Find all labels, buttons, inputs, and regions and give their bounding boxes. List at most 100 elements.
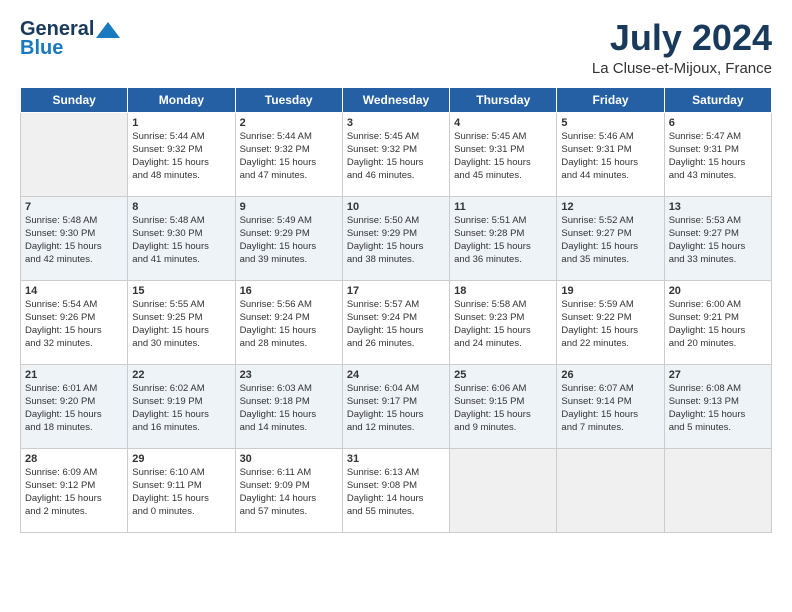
calendar-cell-0-4: 4Sunrise: 5:45 AMSunset: 9:31 PMDaylight… (450, 112, 557, 196)
day-number: 23 (240, 368, 338, 383)
cell-text: Sunrise: 5:53 AM (669, 215, 767, 228)
cell-text: Sunset: 9:15 PM (454, 396, 552, 409)
cell-text: Daylight: 15 hours (240, 241, 338, 254)
cell-text: Daylight: 15 hours (347, 241, 445, 254)
cell-text: Sunrise: 5:51 AM (454, 215, 552, 228)
day-number: 16 (240, 284, 338, 299)
cell-text: Sunset: 9:30 PM (25, 228, 123, 241)
cell-text: Sunset: 9:31 PM (561, 144, 659, 157)
cell-text: and 28 minutes. (240, 338, 338, 351)
day-number: 18 (454, 284, 552, 299)
cell-text: and 5 minutes. (669, 422, 767, 435)
col-monday: Monday (128, 87, 235, 112)
calendar-cell-3-1: 22Sunrise: 6:02 AMSunset: 9:19 PMDayligh… (128, 364, 235, 448)
day-number: 7 (25, 200, 123, 215)
calendar-cell-0-0 (21, 112, 128, 196)
calendar-cell-2-5: 19Sunrise: 5:59 AMSunset: 9:22 PMDayligh… (557, 280, 664, 364)
logo: General Blue (20, 18, 122, 60)
calendar-cell-3-3: 24Sunrise: 6:04 AMSunset: 9:17 PMDayligh… (342, 364, 449, 448)
day-number: 8 (132, 200, 230, 215)
week-row-1: 1Sunrise: 5:44 AMSunset: 9:32 PMDaylight… (21, 112, 772, 196)
cell-text: Sunset: 9:29 PM (240, 228, 338, 241)
calendar-cell-0-1: 1Sunrise: 5:44 AMSunset: 9:32 PMDaylight… (128, 112, 235, 196)
cell-text: Daylight: 15 hours (25, 493, 123, 506)
cell-text: Sunrise: 5:46 AM (561, 131, 659, 144)
cell-text: Sunrise: 5:59 AM (561, 299, 659, 312)
week-row-4: 21Sunrise: 6:01 AMSunset: 9:20 PMDayligh… (21, 364, 772, 448)
cell-text: Daylight: 14 hours (347, 493, 445, 506)
cell-text: Sunset: 9:12 PM (25, 480, 123, 493)
calendar-cell-4-5 (557, 448, 664, 532)
cell-text: and 26 minutes. (347, 338, 445, 351)
cell-text: Sunset: 9:28 PM (454, 228, 552, 241)
cell-text: and 57 minutes. (240, 506, 338, 519)
cell-text: Sunrise: 5:47 AM (669, 131, 767, 144)
header: General Blue July 2024 La Cluse-et-Mijou… (20, 18, 772, 77)
calendar-cell-3-0: 21Sunrise: 6:01 AMSunset: 9:20 PMDayligh… (21, 364, 128, 448)
day-number: 5 (561, 116, 659, 131)
calendar-cell-2-1: 15Sunrise: 5:55 AMSunset: 9:25 PMDayligh… (128, 280, 235, 364)
cell-text: and 16 minutes. (132, 422, 230, 435)
cell-text: and 48 minutes. (132, 170, 230, 183)
day-number: 22 (132, 368, 230, 383)
cell-text: Sunrise: 6:01 AM (25, 383, 123, 396)
cell-text: and 55 minutes. (347, 506, 445, 519)
cell-text: Sunrise: 5:48 AM (25, 215, 123, 228)
cell-text: Sunset: 9:23 PM (454, 312, 552, 325)
day-number: 29 (132, 452, 230, 467)
cell-text: Sunrise: 5:49 AM (240, 215, 338, 228)
calendar-cell-1-6: 13Sunrise: 5:53 AMSunset: 9:27 PMDayligh… (664, 196, 771, 280)
cell-text: Daylight: 15 hours (454, 157, 552, 170)
logo-icon (94, 20, 122, 40)
cell-text: Sunrise: 6:00 AM (669, 299, 767, 312)
col-friday: Friday (557, 87, 664, 112)
calendar-cell-2-4: 18Sunrise: 5:58 AMSunset: 9:23 PMDayligh… (450, 280, 557, 364)
main-title: July 2024 (592, 18, 772, 58)
cell-text: Daylight: 15 hours (132, 241, 230, 254)
week-row-2: 7Sunrise: 5:48 AMSunset: 9:30 PM Daylight… (21, 196, 772, 280)
day-number: 30 (240, 452, 338, 467)
cell-text: Sunrise: 5:57 AM (347, 299, 445, 312)
day-number: 9 (240, 200, 338, 215)
cell-text: and 7 minutes. (561, 422, 659, 435)
calendar-cell-0-3: 3Sunrise: 5:45 AMSunset: 9:32 PMDaylight… (342, 112, 449, 196)
cell-text: Sunrise: 5:58 AM (454, 299, 552, 312)
cell-text: Sunrise: 5:56 AM (240, 299, 338, 312)
cell-text: Sunset: 9:31 PM (454, 144, 552, 157)
cell-text: Sunrise: 5:45 AM (347, 131, 445, 144)
cell-text: and 2 minutes. (25, 506, 123, 519)
cell-text: Sunset: 9:20 PM (25, 396, 123, 409)
title-block: July 2024 La Cluse-et-Mijoux, France (592, 18, 772, 77)
calendar-cell-1-1: 8Sunrise: 5:48 AMSunset: 9:30 PMDaylight… (128, 196, 235, 280)
cell-text: Sunset: 9:18 PM (240, 396, 338, 409)
cell-text: and 35 minutes. (561, 254, 659, 267)
cell-text: Sunrise: 6:03 AM (240, 383, 338, 396)
cell-text: and 38 minutes. (347, 254, 445, 267)
cell-text: and 0 minutes. (132, 506, 230, 519)
cell-text: Sunrise: 5:45 AM (454, 131, 552, 144)
cell-text: Sunset: 9:31 PM (669, 144, 767, 157)
cell-text: and 24 minutes. (454, 338, 552, 351)
cell-text: Daylight: 15 hours (132, 493, 230, 506)
calendar-cell-4-3: 31Sunrise: 6:13 AMSunset: 9:08 PMDayligh… (342, 448, 449, 532)
cell-text: Daylight: 15 hours (561, 157, 659, 170)
cell-text: Sunset: 9:32 PM (240, 144, 338, 157)
calendar-cell-1-0: 7Sunrise: 5:48 AMSunset: 9:30 PMDaylight… (21, 196, 128, 280)
cell-text: Daylight: 14 hours (240, 493, 338, 506)
cell-text: Daylight: 15 hours (669, 241, 767, 254)
cell-text: Sunrise: 5:55 AM (132, 299, 230, 312)
day-number: 4 (454, 116, 552, 131)
cell-text: Sunset: 9:22 PM (561, 312, 659, 325)
calendar-cell-4-2: 30Sunrise: 6:11 AMSunset: 9:09 PMDayligh… (235, 448, 342, 532)
calendar-cell-2-2: 16Sunrise: 5:56 AMSunset: 9:24 PMDayligh… (235, 280, 342, 364)
cell-text: Sunrise: 6:04 AM (347, 383, 445, 396)
week-row-5: 28Sunrise: 6:09 AMSunset: 9:12 PMDayligh… (21, 448, 772, 532)
cell-text: Daylight: 15 hours (347, 157, 445, 170)
cell-text: Daylight: 15 hours (669, 325, 767, 338)
day-number: 3 (347, 116, 445, 131)
calendar-cell-2-3: 17Sunrise: 5:57 AMSunset: 9:24 PMDayligh… (342, 280, 449, 364)
cell-text: and 44 minutes. (561, 170, 659, 183)
calendar-cell-4-0: 28Sunrise: 6:09 AMSunset: 9:12 PMDayligh… (21, 448, 128, 532)
day-number: 26 (561, 368, 659, 383)
day-number: 10 (347, 200, 445, 215)
